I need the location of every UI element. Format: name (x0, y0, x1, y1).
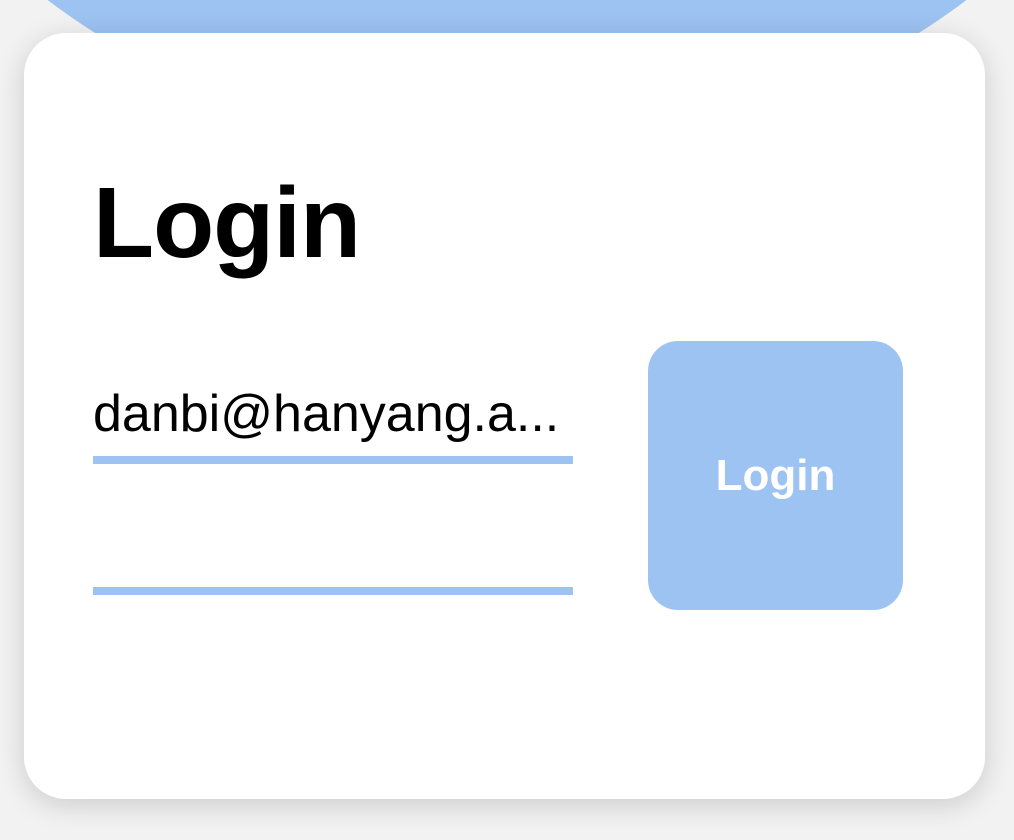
login-card: Login danbi@hanyang.a... Login (24, 33, 985, 799)
email-field[interactable]: danbi@hanyang.a... (93, 385, 573, 464)
email-field-underline (93, 456, 573, 464)
login-button[interactable]: Login (648, 341, 903, 610)
password-field[interactable] (93, 525, 573, 595)
page-title: Login (93, 167, 361, 279)
login-screen: Login danbi@hanyang.a... Login (0, 0, 1014, 840)
email-field-value[interactable]: danbi@hanyang.a... (93, 384, 573, 444)
password-field-underline (93, 587, 573, 595)
